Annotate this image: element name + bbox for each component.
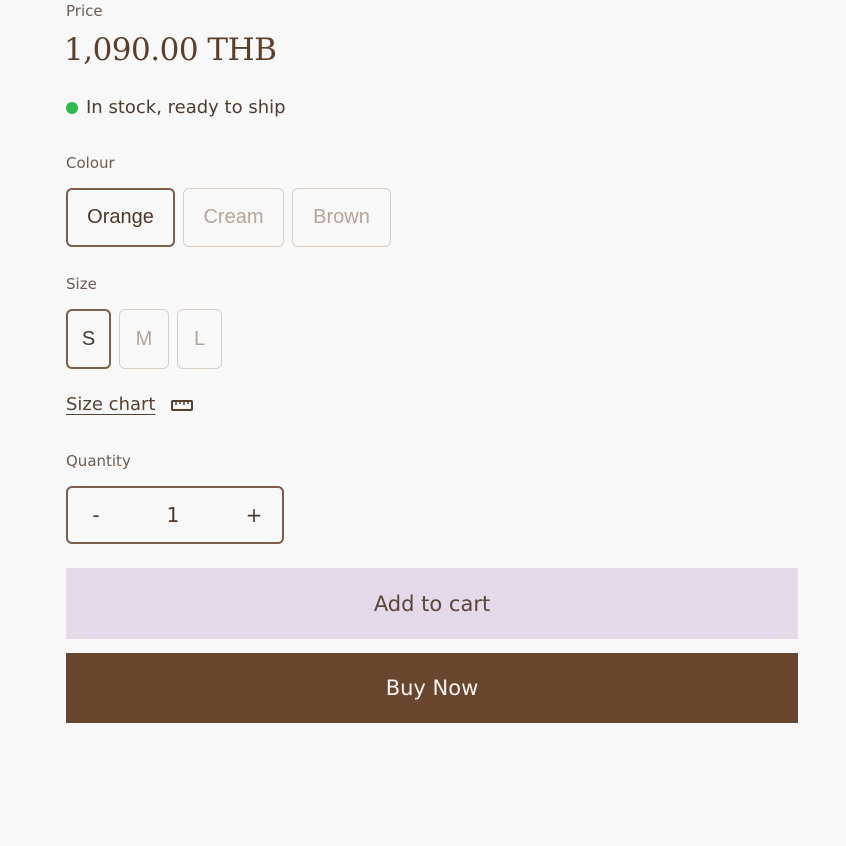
ruler-icon — [171, 399, 194, 411]
size-options: S M L — [66, 309, 222, 369]
size-chart-link[interactable]: Size chart — [66, 394, 194, 415]
size-option-l[interactable]: L — [177, 309, 222, 369]
colour-option-orange[interactable]: Orange — [66, 188, 175, 247]
add-to-cart-button[interactable]: Add to cart — [66, 568, 798, 639]
colour-label: Colour — [66, 154, 115, 172]
in-stock-dot-icon — [66, 101, 78, 114]
size-chart-label: Size chart — [66, 394, 156, 415]
price-label: Price — [66, 2, 103, 20]
colour-options: Orange Cream Brown — [66, 188, 391, 247]
stock-status: In stock, ready to ship — [66, 97, 286, 118]
colour-option-brown[interactable]: Brown — [292, 188, 391, 247]
size-label: Size — [66, 275, 97, 293]
stock-status-text: In stock, ready to ship — [86, 97, 286, 118]
quantity-label: Quantity — [66, 452, 131, 470]
quantity-stepper: - 1 + — [66, 486, 284, 544]
buy-now-button[interactable]: Buy Now — [66, 653, 798, 723]
colour-option-cream[interactable]: Cream — [183, 188, 284, 247]
product-price: 1,090.00 THB — [64, 32, 277, 68]
quantity-input[interactable]: 1 — [104, 503, 242, 527]
quantity-increment-button[interactable]: + — [242, 503, 266, 527]
size-option-s[interactable]: S — [66, 309, 111, 369]
size-option-m[interactable]: M — [119, 309, 169, 369]
product-purchase-panel: Price 1,090.00 THB In stock, ready to sh… — [0, 0, 846, 846]
